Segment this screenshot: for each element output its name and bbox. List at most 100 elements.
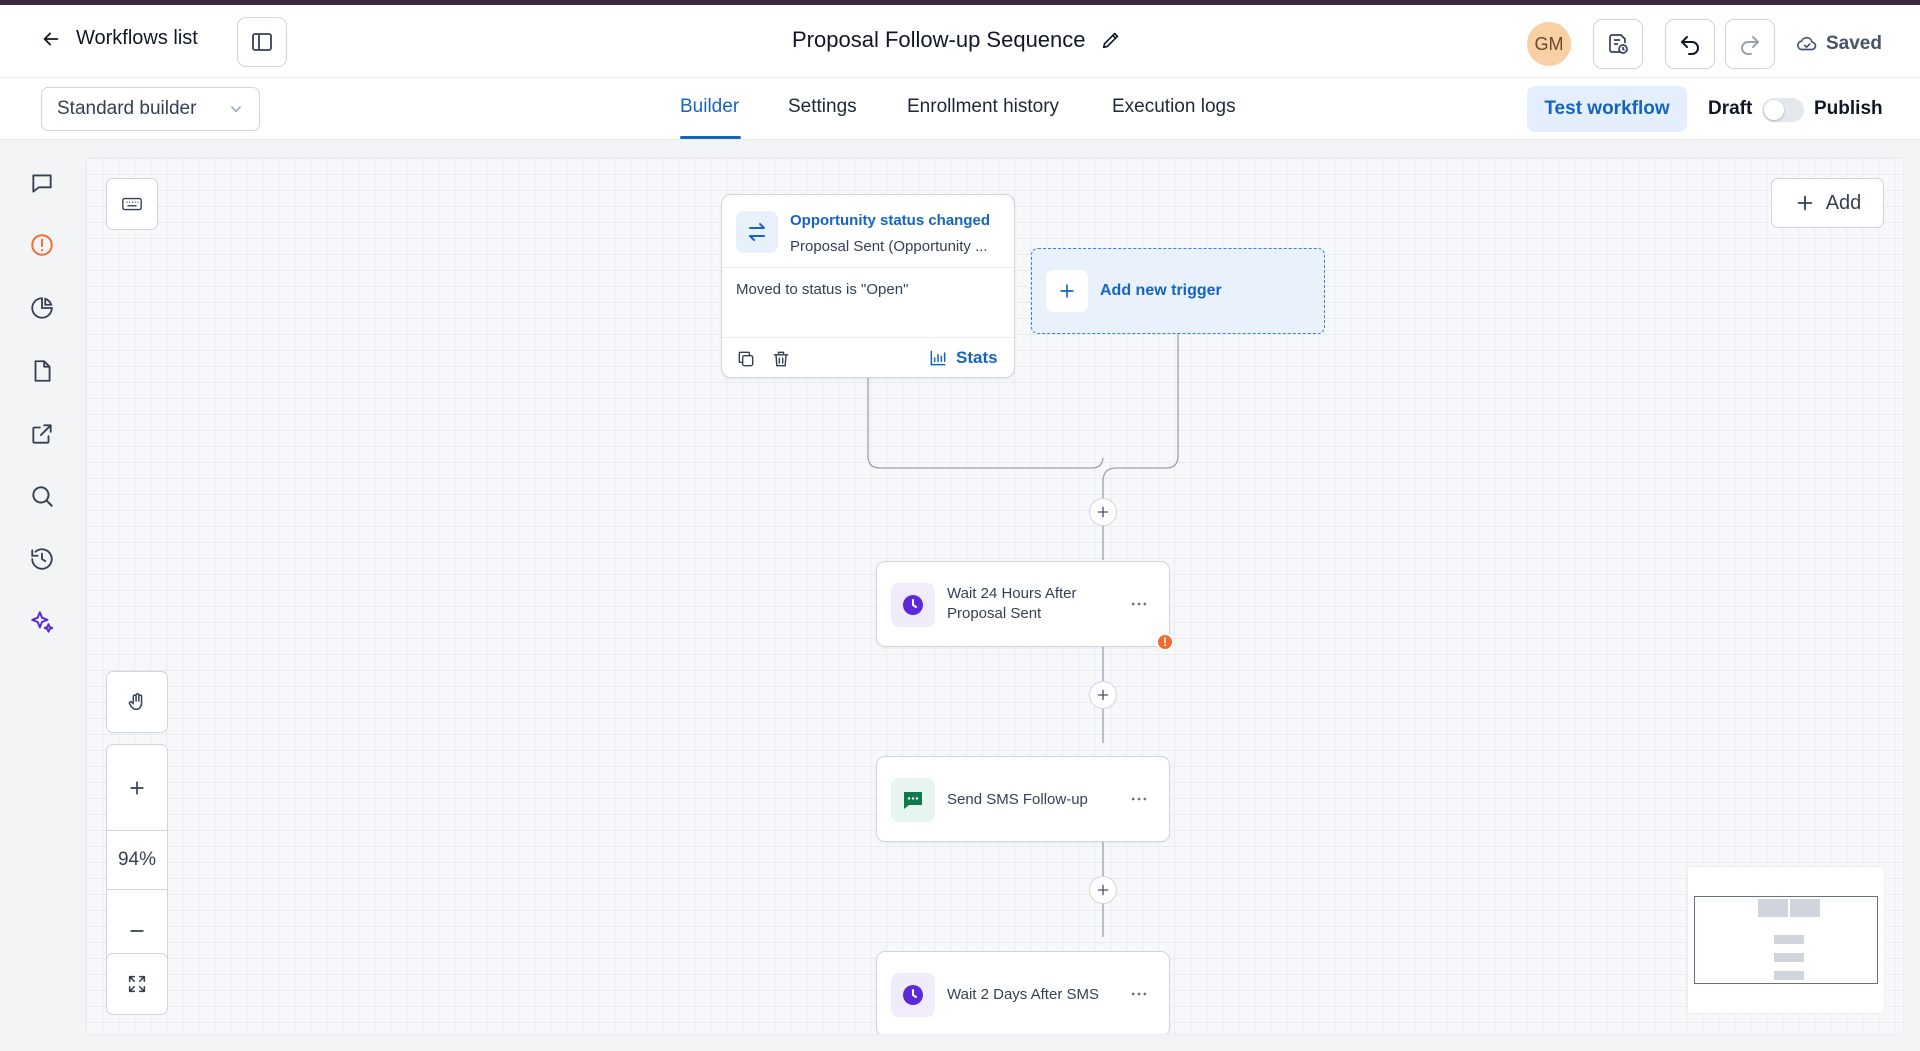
fit-view-button[interactable]: [106, 953, 168, 1015]
plus-icon: [1097, 689, 1109, 701]
trigger-subtitle: Proposal Sent (Opportunity ...: [790, 238, 988, 255]
tab-enrollment-history[interactable]: Enrollment history: [907, 96, 1059, 118]
add-step-button[interactable]: [1089, 681, 1117, 709]
zoom-controls: 94%: [106, 744, 168, 973]
workflow-canvas[interactable]: Add Opportunity status changed Proposal …: [85, 157, 1904, 1035]
redo-button[interactable]: [1725, 19, 1775, 69]
pencil-icon[interactable]: [1100, 29, 1122, 51]
add-button[interactable]: Add: [1771, 178, 1884, 228]
tab-execution-logs[interactable]: Execution logs: [1112, 96, 1236, 118]
undo-icon: [1681, 36, 1699, 55]
pie-chart-icon[interactable]: [28, 294, 56, 322]
chevron-down-icon: [230, 106, 242, 113]
more-options-icon[interactable]: [1129, 594, 1149, 614]
add-new-trigger-card[interactable]: Add new trigger: [1031, 248, 1325, 334]
add-step-button[interactable]: [1089, 498, 1117, 526]
add-label: Add: [1825, 191, 1862, 214]
stats-label: Stats: [956, 348, 998, 367]
back-label: Workflows list: [76, 27, 198, 49]
clock-icon: [903, 985, 923, 1005]
version-history-button[interactable]: [1593, 19, 1643, 69]
plus-icon: [1097, 506, 1109, 518]
save-status: Saved: [1796, 33, 1882, 55]
zoom-in-button[interactable]: [107, 745, 167, 830]
copy-icon[interactable]: [736, 349, 756, 369]
trigger-card[interactable]: Opportunity status changed Proposal Sent…: [721, 194, 1015, 378]
sms-action-card[interactable]: Send SMS Follow-up: [876, 756, 1170, 842]
back-to-workflows-link[interactable]: Workflows list: [40, 27, 198, 50]
test-workflow-button[interactable]: Test workflow: [1527, 86, 1687, 132]
top-header: Workflows list Proposal Follow-up Sequen…: [0, 5, 1920, 78]
minimap-node: [1790, 899, 1820, 917]
toggle-sidebar-button[interactable]: [237, 17, 287, 67]
plus-icon: [130, 780, 144, 795]
toggle-knob: [1764, 100, 1784, 120]
plus-icon: [1097, 884, 1109, 896]
active-tab-indicator: [680, 136, 741, 139]
action-label-line2: Proposal Sent: [947, 605, 1042, 622]
builder-type-select[interactable]: Standard builder: [41, 87, 260, 131]
cloud-check-icon: [1797, 36, 1817, 51]
builder-type-value: Standard builder: [57, 98, 197, 119]
workflow-title: Proposal Follow-up Sequence: [792, 27, 1086, 52]
sms-icon-box: [891, 778, 935, 822]
plus-box: [1046, 270, 1088, 312]
clock-icon: [903, 595, 923, 615]
workflow-title-area: Proposal Follow-up Sequence: [792, 27, 1122, 53]
hand-icon: [128, 693, 143, 711]
stats-button[interactable]: Stats: [928, 348, 998, 368]
history-icon[interactable]: [28, 545, 56, 573]
keyboard-shortcuts-button[interactable]: [106, 178, 158, 230]
minimap-node: [1758, 899, 1788, 917]
action-label: Send SMS Follow-up: [947, 791, 1088, 808]
sub-header: Standard builder Builder Settings Enroll…: [0, 78, 1920, 140]
draft-label: Draft: [1708, 98, 1753, 119]
warning-badge[interactable]: !: [1156, 633, 1174, 651]
search-icon[interactable]: [28, 482, 56, 510]
trigger-condition: Moved to status is "Open": [736, 281, 909, 298]
divider: [722, 337, 1014, 338]
swap-arrows-icon: [749, 223, 765, 241]
minimap-node: [1774, 971, 1804, 980]
zoom-level: 94%: [107, 830, 167, 890]
wait-icon-box: [891, 583, 935, 627]
sms-message-icon: [904, 792, 922, 809]
wait-action-card[interactable]: Wait 24 Hours After Proposal Sent: [876, 561, 1170, 647]
minimap-node: [1774, 935, 1804, 944]
keyboard-icon: [122, 197, 142, 211]
sidebar-panel-icon: [252, 33, 272, 51]
user-avatar[interactable]: GM: [1527, 22, 1571, 66]
wait-icon-box: [891, 973, 935, 1017]
pan-tool-button[interactable]: [106, 671, 168, 733]
trigger-icon-box: [736, 211, 778, 253]
external-link-icon[interactable]: [28, 420, 56, 448]
plus-icon: [1797, 195, 1813, 211]
trash-icon[interactable]: [771, 349, 791, 369]
add-new-trigger-label: Add new trigger: [1100, 282, 1222, 299]
alert-circle-icon[interactable]: [28, 231, 56, 259]
publish-toggle[interactable]: [1762, 98, 1804, 122]
bar-chart-icon: [930, 350, 946, 366]
document-icon[interactable]: [28, 357, 56, 385]
publish-label: Publish: [1814, 98, 1883, 119]
plus-icon: [1060, 284, 1074, 298]
document-clock-icon: [1609, 34, 1628, 54]
saved-label: Saved: [1826, 33, 1882, 54]
tab-builder[interactable]: Builder: [680, 96, 739, 118]
add-step-button[interactable]: [1089, 876, 1117, 904]
wait-action-card[interactable]: Wait 2 Days After SMS: [876, 951, 1170, 1034]
more-options-icon[interactable]: [1129, 789, 1149, 809]
action-label-line1: Wait 24 Hours After: [947, 585, 1077, 602]
trigger-title: Opportunity status changed: [790, 212, 991, 229]
action-label: Wait 2 Days After SMS: [947, 986, 1099, 1003]
minimap[interactable]: [1687, 866, 1885, 1014]
minus-icon: [130, 930, 144, 932]
undo-button[interactable]: [1665, 19, 1715, 69]
minimap-node: [1774, 953, 1804, 962]
divider: [722, 267, 1014, 268]
sparkles-icon[interactable]: [28, 608, 56, 636]
chat-bubble-icon[interactable]: [28, 169, 56, 197]
expand-icon: [128, 975, 146, 993]
more-options-icon[interactable]: [1129, 984, 1149, 1004]
tab-settings[interactable]: Settings: [788, 96, 857, 118]
